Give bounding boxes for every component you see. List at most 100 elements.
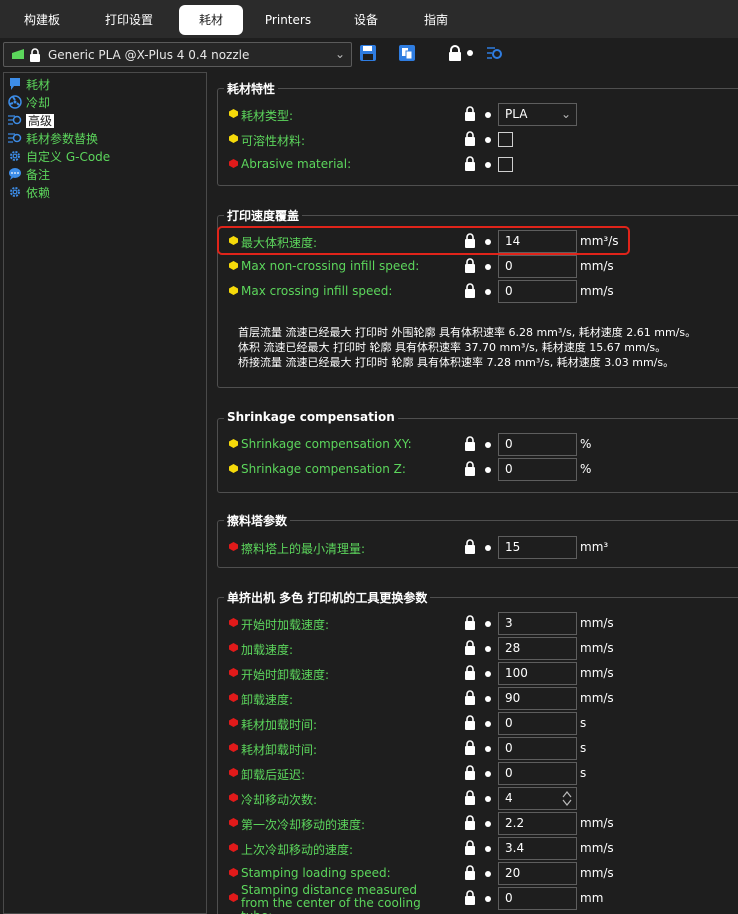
red-hexagon-icon bbox=[229, 843, 238, 852]
unloading-speed-input[interactable]: 90 bbox=[498, 687, 577, 710]
filament-load-time-input[interactable]: 0 bbox=[498, 712, 577, 735]
sidebar-item-custom-gcode[interactable]: 自定义 G-Code bbox=[8, 148, 110, 166]
lock-icon[interactable] bbox=[464, 865, 476, 880]
lock-icon[interactable] bbox=[464, 890, 476, 905]
filament-unload-time-input[interactable]: 0 bbox=[498, 737, 577, 760]
lock-icon[interactable] bbox=[464, 156, 476, 171]
advanced-mode-icon[interactable] bbox=[486, 44, 504, 62]
cooling-final-speed-input[interactable]: 3.4 bbox=[498, 837, 577, 860]
system-value-dot-icon[interactable] bbox=[485, 239, 491, 245]
tab-printers[interactable]: Printers bbox=[253, 5, 323, 35]
shrinkage-z-input[interactable]: 0 bbox=[498, 458, 577, 481]
lock-icon[interactable] bbox=[464, 840, 476, 855]
system-value-dot-icon[interactable] bbox=[485, 545, 491, 551]
lock-icon[interactable] bbox=[464, 283, 476, 298]
unloading-speed-start-input[interactable]: 100 bbox=[498, 662, 577, 685]
setting-row-shrinkage-z: Shrinkage compensation Z: 0 % bbox=[218, 457, 738, 482]
yellow-hexagon-icon bbox=[229, 134, 238, 143]
lock-icon[interactable] bbox=[464, 790, 476, 805]
system-value-dot-icon[interactable] bbox=[485, 137, 491, 143]
sidebar-item-overrides[interactable]: 耗材参数替换 bbox=[8, 130, 98, 148]
filament-type-select[interactable]: PLA ⌄ bbox=[498, 103, 577, 126]
stamping-loading-speed-input[interactable]: 20 bbox=[498, 862, 577, 885]
system-value-dot-icon[interactable] bbox=[485, 721, 491, 727]
max-volumetric-speed-input[interactable]: 14 bbox=[498, 230, 577, 253]
system-value-dot-icon[interactable] bbox=[485, 846, 491, 852]
system-value-dot-icon[interactable] bbox=[485, 871, 491, 877]
lock-icon[interactable] bbox=[464, 461, 476, 476]
shrinkage-xy-input[interactable]: 0 bbox=[498, 433, 577, 456]
system-value-dot-icon[interactable] bbox=[485, 442, 491, 448]
sidebar-item-dependencies[interactable]: 依赖 bbox=[8, 184, 50, 202]
setting-row-shrinkage-xy: Shrinkage compensation XY: 0 % bbox=[218, 432, 738, 457]
filament-preset-select[interactable]: Generic PLA @X-Plus 4 0.4 nozzle ⌄ bbox=[3, 42, 352, 67]
flow-info-line: 桥接流量 流速已经最大 打印时 轮廓 具有体积速率 7.28 mm³/s, 耗材… bbox=[238, 356, 675, 369]
tab-print-settings[interactable]: 打印设置 bbox=[88, 5, 170, 35]
setting-row-soluble: 可溶性材料: bbox=[218, 127, 738, 152]
setting-row-filament-load-time: 耗材加载时间: 0 s bbox=[218, 711, 738, 736]
sidebar-item-cooling[interactable]: 冷却 bbox=[8, 94, 50, 112]
lock-icon[interactable] bbox=[464, 436, 476, 451]
lock-icon[interactable] bbox=[464, 106, 476, 121]
cooling-moves-input[interactable]: 4 bbox=[498, 787, 577, 810]
loading-speed-start-input[interactable]: 3 bbox=[498, 612, 577, 635]
system-value-dot-icon[interactable] bbox=[485, 746, 491, 752]
tab-device[interactable]: 设备 bbox=[335, 5, 397, 35]
section-title: Shrinkage compensation bbox=[224, 410, 398, 424]
save-icon[interactable] bbox=[359, 44, 377, 62]
lock-icon[interactable] bbox=[464, 615, 476, 630]
spinner-arrows-icon[interactable] bbox=[561, 789, 573, 808]
red-hexagon-icon bbox=[229, 618, 238, 627]
system-value-dot-icon[interactable] bbox=[485, 621, 491, 627]
cooling-initial-speed-input[interactable]: 2.2 bbox=[498, 812, 577, 835]
system-value-dot-icon[interactable] bbox=[485, 162, 491, 168]
tab-build-plate[interactable]: 构建板 bbox=[8, 5, 76, 35]
system-value-dot-icon[interactable] bbox=[485, 646, 491, 652]
red-hexagon-icon bbox=[229, 818, 238, 827]
abrasive-checkbox[interactable] bbox=[498, 157, 513, 172]
flow-info-line: 首层流量 流速已经最大 打印时 外围轮廓 具有体积速率 6.28 mm³/s, … bbox=[238, 326, 697, 339]
lock-icon[interactable] bbox=[446, 44, 464, 62]
tab-guide[interactable]: 指南 bbox=[406, 5, 466, 35]
delay-after-unload-input[interactable]: 0 bbox=[498, 762, 577, 785]
dependency-icon bbox=[10, 187, 20, 197]
setting-row-max-volumetric-speed: 最大体积速度: 14 mm³/s bbox=[218, 229, 738, 254]
system-value-dot-icon[interactable] bbox=[485, 821, 491, 827]
max-noncrossing-infill-input[interactable]: 0 bbox=[498, 255, 577, 278]
setting-row-unloading-speed-start: 开始时卸载速度: 100 mm/s bbox=[218, 661, 738, 686]
lock-icon[interactable] bbox=[464, 640, 476, 655]
system-value-dot-icon[interactable] bbox=[485, 264, 491, 270]
lock-icon[interactable] bbox=[464, 765, 476, 780]
lock-icon[interactable] bbox=[464, 539, 476, 554]
system-value-dot-icon[interactable] bbox=[485, 467, 491, 473]
system-value-dot-icon[interactable] bbox=[485, 696, 491, 702]
section-speed-override: 打印速度覆盖 最大体积速度: 14 mm³/s Max non-crossing… bbox=[217, 207, 738, 388]
system-value-dot-icon[interactable] bbox=[485, 896, 491, 902]
lock-icon[interactable] bbox=[464, 233, 476, 248]
system-value-dot-icon[interactable] bbox=[485, 289, 491, 295]
tab-filament[interactable]: 耗材 bbox=[179, 5, 243, 35]
wipe-min-purge-input[interactable]: 15 bbox=[498, 536, 577, 559]
lock-icon[interactable] bbox=[464, 665, 476, 680]
section-title: 擦料塔参数 bbox=[224, 512, 291, 529]
lock-icon[interactable] bbox=[464, 258, 476, 273]
system-value-dot-icon[interactable] bbox=[485, 112, 491, 118]
system-value-dot-icon[interactable] bbox=[485, 671, 491, 677]
lock-icon[interactable] bbox=[464, 715, 476, 730]
setting-row-loading-speed-start: 开始时加载速度: 3 mm/s bbox=[218, 611, 738, 636]
max-crossing-infill-input[interactable]: 0 bbox=[498, 280, 577, 303]
soluble-checkbox[interactable] bbox=[498, 132, 513, 147]
sidebar-item-notes[interactable]: 备注 bbox=[8, 166, 50, 184]
lock-icon[interactable] bbox=[464, 740, 476, 755]
filament-flag-icon bbox=[12, 49, 24, 59]
loading-speed-input[interactable]: 28 bbox=[498, 637, 577, 660]
lock-icon[interactable] bbox=[464, 131, 476, 146]
lock-icon[interactable] bbox=[464, 690, 476, 705]
stamping-distance-input[interactable]: 0 bbox=[498, 887, 577, 910]
system-value-dot-icon[interactable] bbox=[485, 796, 491, 802]
sidebar-item-filament[interactable]: 耗材 bbox=[8, 76, 50, 94]
system-value-dot-icon[interactable] bbox=[485, 771, 491, 777]
compare-icon[interactable] bbox=[398, 44, 416, 62]
lock-icon[interactable] bbox=[464, 815, 476, 830]
sidebar-item-advanced[interactable]: 高级 bbox=[8, 112, 55, 130]
